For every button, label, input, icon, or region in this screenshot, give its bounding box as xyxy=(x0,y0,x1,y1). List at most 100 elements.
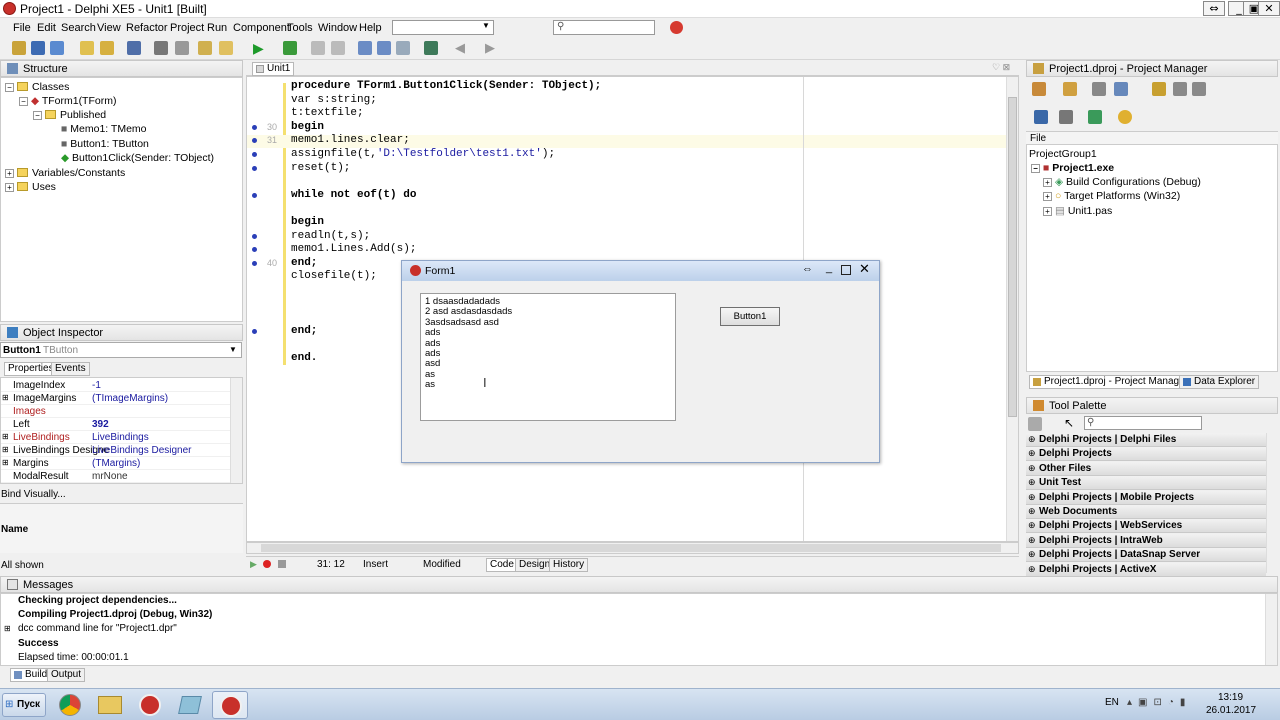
code-line[interactable]: begin xyxy=(291,216,324,229)
remove-icon[interactable] xyxy=(1092,82,1106,96)
step-over-icon[interactable] xyxy=(377,41,391,55)
tree-item-projectgroup[interactable]: ProjectGroup1 xyxy=(1029,148,1097,160)
expand-icon[interactable]: + xyxy=(1043,207,1052,216)
expand-icon[interactable]: ⊞ xyxy=(2,458,9,467)
tree-item-build-config[interactable]: + ◈ Build Configurations (Debug) xyxy=(1043,176,1201,188)
categories-icon[interactable] xyxy=(1028,417,1042,431)
expand-icon[interactable]: ⊕ xyxy=(1028,535,1036,546)
breakpoint-line-dot[interactable] xyxy=(252,233,257,239)
menu-help[interactable]: Help xyxy=(359,22,382,34)
tree-item-published[interactable]: − Published xyxy=(33,109,106,121)
taskbar-explorer[interactable] xyxy=(92,691,128,719)
property-row[interactable]: ⊞ ImageMargins (TImageMargins) xyxy=(1,392,235,405)
menu-window[interactable]: Window xyxy=(318,22,357,34)
palette-category[interactable]: ⊕ Delphi Projects | IntraWeb xyxy=(1026,533,1266,548)
message-line[interactable]: Checking project dependencies... xyxy=(18,595,177,606)
property-row[interactable]: ImageIndex -1 xyxy=(1,379,235,392)
code-line[interactable]: while not eof(t) do xyxy=(291,189,416,202)
run-without-debug-icon[interactable] xyxy=(283,41,297,55)
forward-arrow-icon[interactable]: ▶ xyxy=(485,40,495,56)
taskbar-project1[interactable] xyxy=(212,691,248,719)
back-arrow-icon[interactable]: ◀ xyxy=(455,40,465,56)
menu-search[interactable]: Search xyxy=(61,22,96,34)
palette-category[interactable]: ⊕ Delphi Projects | ActiveX xyxy=(1026,562,1266,577)
collapse-all-icon[interactable] xyxy=(1192,82,1206,96)
taskbar-chrome[interactable] xyxy=(52,691,88,719)
editor-vertical-scrollbar[interactable] xyxy=(1006,77,1018,541)
palette-category[interactable]: ⊕ Delphi Projects | WebServices xyxy=(1026,519,1266,534)
menu-edit[interactable]: Edit xyxy=(37,22,56,34)
palette-category[interactable]: ⊕ Delphi Projects | DataSnap Server xyxy=(1026,548,1266,563)
property-row[interactable]: ⊞ Margins (TMargins) xyxy=(1,457,235,470)
button1[interactable]: Button1 xyxy=(720,307,780,326)
activate-icon[interactable] xyxy=(1032,82,1046,96)
tree-item-button1click[interactable]: ◆ Button1Click(Sender: TObject) xyxy=(61,152,214,164)
palette-category[interactable]: ⊕ Delphi Projects | Delphi Files xyxy=(1026,433,1266,447)
code-line[interactable]: var s:string; xyxy=(291,94,377,107)
menu-file[interactable]: File xyxy=(13,22,31,34)
tab-build[interactable]: Build xyxy=(10,668,52,682)
property-row[interactable]: ⊞ LiveBindings Designe LiveBindings Design… xyxy=(1,444,235,457)
expand-icon[interactable]: ⊕ xyxy=(1028,492,1036,503)
memo1[interactable]: 1 dsaasdadadads 2 asd asdasdasdads 3asds… xyxy=(420,293,676,421)
breakpoint-line-dot[interactable] xyxy=(252,247,257,253)
bind-visually-link[interactable]: Bind Visually... xyxy=(1,489,66,500)
clock-time[interactable]: 13:19 xyxy=(1218,692,1243,703)
breakpoint-line-dot[interactable] xyxy=(252,124,257,130)
tree-item-variables[interactable]: + Variables/Constants xyxy=(5,167,125,179)
run-to-cursor-icon[interactable] xyxy=(396,41,410,55)
compile-icon[interactable] xyxy=(1088,110,1102,124)
toggle-form-icon[interactable] xyxy=(154,41,168,55)
pause-icon[interactable] xyxy=(311,41,325,55)
language-indicator[interactable]: EN xyxy=(1105,697,1119,708)
scrollbar-thumb[interactable] xyxy=(261,544,1001,552)
message-line[interactable]: dcc command line for "Project1.dpr" xyxy=(18,623,177,634)
pointer-icon[interactable]: ↖ xyxy=(1064,416,1074,430)
palette-category[interactable]: ⊕ Web Documents xyxy=(1026,505,1266,519)
code-line[interactable]: end; xyxy=(291,325,317,338)
chevron-down-icon[interactable]: ▼ xyxy=(482,21,490,30)
property-row[interactable]: ⊞ LiveBindings LiveBindings xyxy=(1,431,235,444)
breakpoint-line-dot[interactable] xyxy=(252,328,257,334)
taskbar-delphi-ide[interactable] xyxy=(132,691,168,719)
remove-file-icon[interactable] xyxy=(219,41,233,55)
code-line[interactable]: end; xyxy=(291,257,317,270)
messages-scrollbar[interactable] xyxy=(1265,594,1277,665)
tab-history[interactable]: History xyxy=(549,558,589,572)
tree-item-tform1[interactable]: − ◆ TForm1(TForm) xyxy=(19,95,116,107)
expand-icon[interactable]: + xyxy=(1043,192,1052,201)
close-button[interactable]: ✕ xyxy=(1258,1,1280,16)
add-file-icon[interactable] xyxy=(198,41,212,55)
tree-item-unit1-pas[interactable]: + ▤ Unit1.pas xyxy=(1043,205,1112,217)
options-icon[interactable] xyxy=(1114,82,1128,96)
code-line[interactable]: assignfile(t,'D:\Testfolder\test1.txt'); xyxy=(291,148,555,161)
build-icon[interactable] xyxy=(1059,110,1073,124)
menu-view[interactable]: View xyxy=(97,22,121,34)
new-items-icon[interactable] xyxy=(31,41,45,55)
expand-icon[interactable]: + xyxy=(1043,178,1052,187)
palette-category[interactable]: ⊕ Other Files xyxy=(1026,461,1266,476)
message-line[interactable]: Success xyxy=(18,638,59,649)
tab-data-explorer[interactable]: Data Explorer xyxy=(1179,375,1260,389)
palette-search-input[interactable]: ⚲ xyxy=(1084,416,1202,430)
form-maximize-button[interactable] xyxy=(841,265,851,275)
palette-category[interactable]: ⊕ Unit Test xyxy=(1026,476,1266,491)
form-minimize-button[interactable]: _ xyxy=(826,262,832,274)
chevron-down-icon[interactable]: ▼ xyxy=(229,345,237,354)
expand-icon[interactable]: ⊕ xyxy=(1028,506,1036,517)
tree-item-uses[interactable]: + Uses xyxy=(5,181,56,193)
expand-icon[interactable]: ⊕ xyxy=(1028,463,1036,474)
scrollbar-thumb[interactable] xyxy=(1008,97,1017,417)
menu-tools[interactable]: Tools xyxy=(287,22,313,34)
tab-events[interactable]: Events xyxy=(51,362,90,376)
tray-icons[interactable]: ▴▣⊡◔▮ xyxy=(1127,697,1191,708)
restore-layout-button[interactable]: ⇔ xyxy=(1203,1,1225,16)
palette-category[interactable]: ⊕ Delphi Projects xyxy=(1026,447,1266,462)
stop-macro-icon[interactable] xyxy=(278,560,286,568)
tab-project-manager[interactable]: Project1.dproj - Project Manager xyxy=(1029,375,1192,389)
expand-icon[interactable]: ⊕ xyxy=(1028,549,1036,560)
open-icon[interactable] xyxy=(80,41,94,55)
expand-icon[interactable]: ⊞ xyxy=(2,432,9,441)
desktop-layout-combo[interactable] xyxy=(392,20,494,35)
restore-alt-icon[interactable]: ⇔ xyxy=(802,263,813,275)
